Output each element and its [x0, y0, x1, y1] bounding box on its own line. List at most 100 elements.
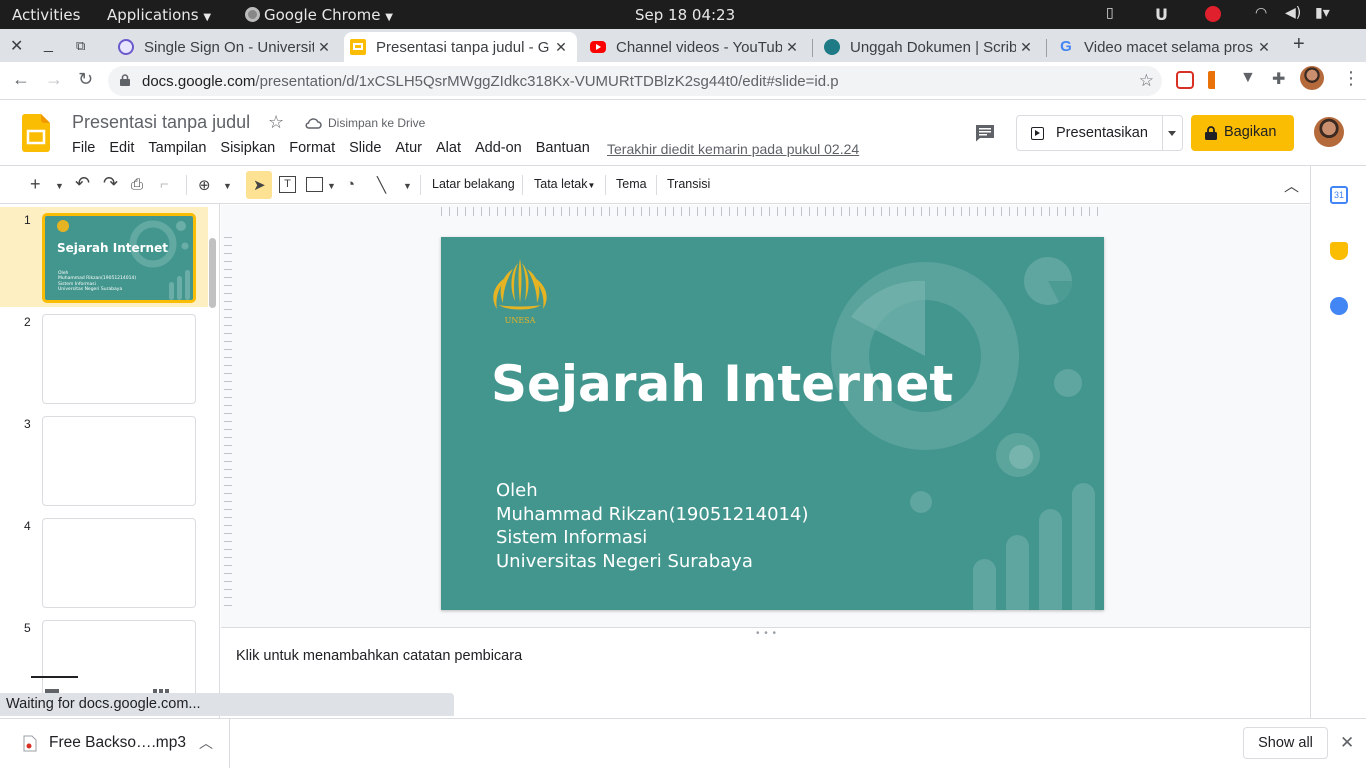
menu-arrange[interactable]: Atur — [388, 140, 429, 156]
theme-button[interactable]: Tema — [616, 177, 647, 191]
close-tab-icon[interactable]: ✕ — [1016, 39, 1036, 56]
slide-1[interactable]: UNESA Sejarah Internet Oleh Muhammad Rik… — [441, 237, 1104, 610]
close-tab-icon[interactable]: ✕ — [782, 39, 802, 56]
filmstrip-row-4[interactable]: 4 — [0, 513, 208, 613]
collapse-toolbar-icon[interactable]: ︿ — [1284, 175, 1299, 196]
clock[interactable]: Sep 18 04:23 — [635, 6, 735, 24]
menu-format[interactable]: Format — [282, 140, 342, 156]
volume-icon[interactable]: ◀) — [1285, 5, 1301, 21]
last-edit-link[interactable]: Terakhir diedit kemarin pada pukul 02.24 — [607, 141, 859, 157]
record-icon[interactable] — [1205, 6, 1221, 22]
wifi-icon[interactable]: ◠ — [1255, 5, 1267, 21]
chevron-up-icon[interactable]: ︿ — [199, 733, 213, 753]
menu-file[interactable]: File — [72, 140, 102, 156]
layout-button[interactable]: Tata letak▼ — [534, 177, 595, 191]
select-cursor-icon[interactable]: ➤ — [253, 176, 266, 194]
chevron-down-icon[interactable] — [1168, 131, 1176, 136]
minimize-window-icon[interactable]: _ — [44, 36, 53, 54]
restore-window-icon[interactable]: ⧉ — [76, 38, 85, 54]
document-title[interactable]: Presentasi tanpa judul — [72, 112, 250, 133]
filmstrip-row-2[interactable]: 2 — [0, 309, 208, 409]
background-button[interactable]: Latar belakang — [432, 177, 515, 191]
bookmark-star-icon[interactable]: ☆ — [1139, 71, 1154, 91]
u-tray-icon[interactable]: U — [1155, 5, 1168, 24]
unesa-logo: UNESA — [493, 259, 547, 325]
tasks-icon[interactable] — [1330, 297, 1348, 315]
chrome-menu-icon[interactable]: ⋮ — [1342, 68, 1360, 89]
address-bar[interactable]: docs.google.com/presentation/d/1xCSLH5Qs… — [108, 66, 1162, 96]
redo-icon[interactable]: ↷ — [103, 173, 118, 194]
transition-button[interactable]: Transisi — [667, 177, 710, 191]
menu-tools[interactable]: Alat — [429, 140, 468, 156]
tab-separator — [812, 39, 813, 57]
close-icon[interactable]: ✕ — [1340, 733, 1354, 753]
reload-icon[interactable]: ↻ — [78, 69, 93, 90]
slide-thumbnail-4[interactable] — [42, 518, 196, 608]
close-window-icon[interactable]: ✕ — [10, 36, 23, 56]
slide-thumbnail-1[interactable]: Sejarah Internet Oleh Muhammad Rikzan(19… — [42, 213, 196, 303]
new-slide-icon[interactable]: + — [30, 174, 41, 195]
new-tab-icon[interactable]: + — [1293, 33, 1305, 56]
menu-help[interactable]: Bantuan — [529, 140, 597, 156]
chevron-down-icon[interactable]: ▼ — [403, 181, 412, 191]
extension-icon[interactable] — [1176, 71, 1194, 89]
star-icon[interactable]: ☆ — [268, 112, 284, 133]
grid-view-tab[interactable] — [31, 676, 78, 678]
forward-icon[interactable]: → — [45, 69, 63, 90]
thumbnail-title: Sejarah Internet — [57, 241, 168, 255]
filmstrip-scrollbar[interactable] — [209, 238, 216, 308]
app-name-label: Google Chrome — [264, 6, 381, 24]
present-button[interactable]: Presentasikan — [1016, 115, 1183, 151]
menu-insert[interactable]: Sisipkan — [213, 140, 282, 156]
filmstrip-row-1[interactable]: 1 Sejarah Internet Oleh Muhammad Rikzan(… — [0, 207, 208, 307]
show-all-button[interactable]: Show all — [1243, 727, 1328, 759]
tab-scribd[interactable]: Unggah Dokumen | Scribd ✕ — [818, 32, 1042, 62]
undo-icon[interactable]: ↶ — [75, 173, 90, 194]
download-item[interactable]: Free Backso….mp3 ︿ — [0, 719, 230, 768]
line-icon[interactable]: ╲ — [377, 176, 386, 194]
slide-thumbnail-2[interactable] — [42, 314, 196, 404]
print-icon[interactable]: ⎙ — [131, 176, 143, 193]
chevron-down-icon[interactable]: ▼ — [327, 181, 336, 191]
slide-subtitle[interactable]: Oleh Muhammad Rikzan(19051214014) Sistem… — [496, 479, 808, 573]
puzzle-icon[interactable]: ✚ — [1272, 69, 1290, 88]
account-avatar[interactable] — [1314, 117, 1344, 147]
menu-view[interactable]: Tampilan — [141, 140, 213, 156]
menu-slide[interactable]: Slide — [342, 140, 388, 156]
profile-avatar[interactable] — [1300, 66, 1324, 90]
tab-slides[interactable]: Presentasi tanpa judul - G ✕ — [344, 32, 577, 62]
comment-icon[interactable] — [975, 124, 995, 142]
zoom-icon[interactable]: ⊕ — [198, 176, 211, 194]
chevron-down-icon[interactable]: ▼ — [223, 181, 232, 191]
extension-icon[interactable] — [1208, 71, 1226, 89]
keep-icon[interactable] — [1330, 242, 1348, 260]
tab-google[interactable]: G Video macet selama pros ✕ — [1052, 32, 1280, 62]
applications-menu[interactable]: Applications ▼ — [107, 6, 211, 24]
textbox-icon[interactable]: T — [279, 176, 296, 193]
status-bubble: Waiting for docs.google.com... — [0, 693, 454, 716]
app-menu[interactable]: Google Chrome ▼ — [245, 6, 393, 24]
chevron-down-icon[interactable]: ▼ — [55, 181, 64, 191]
filmstrip-row-3[interactable]: 3 — [0, 411, 208, 511]
slide-title[interactable]: Sejarah Internet — [491, 355, 953, 413]
close-tab-icon[interactable]: ✕ — [1254, 39, 1274, 56]
back-icon[interactable]: ← — [12, 69, 30, 90]
activities-button[interactable]: Activities — [12, 6, 80, 24]
menu-edit[interactable]: Edit — [102, 140, 141, 156]
slides-logo-icon[interactable] — [22, 114, 50, 152]
tab-sso[interactable]: Single Sign On - Universit ✕ — [112, 32, 340, 62]
close-tab-icon[interactable]: ✕ — [314, 39, 334, 56]
close-tab-icon[interactable]: ✕ — [551, 39, 571, 56]
extension-icon[interactable]: ▼ — [1240, 69, 1258, 87]
slide-thumbnail-3[interactable] — [42, 416, 196, 506]
menu-addons[interactable]: Add-on — [468, 140, 529, 156]
image-icon[interactable] — [306, 177, 323, 192]
share-button[interactable]: Bagikan — [1191, 115, 1294, 151]
battery-icon[interactable]: ▮▾ — [1315, 5, 1330, 21]
tab-youtube[interactable]: Channel videos - YouTube ✕ — [584, 32, 808, 62]
shape-icon[interactable]: ◔ — [346, 176, 355, 193]
clipboard-icon[interactable]: ▯ — [1106, 5, 1114, 21]
calendar-icon[interactable]: 31 — [1330, 186, 1348, 204]
paint-format-icon[interactable]: ⌐ — [160, 176, 169, 193]
resize-handle-icon[interactable]: • • • — [756, 628, 777, 639]
